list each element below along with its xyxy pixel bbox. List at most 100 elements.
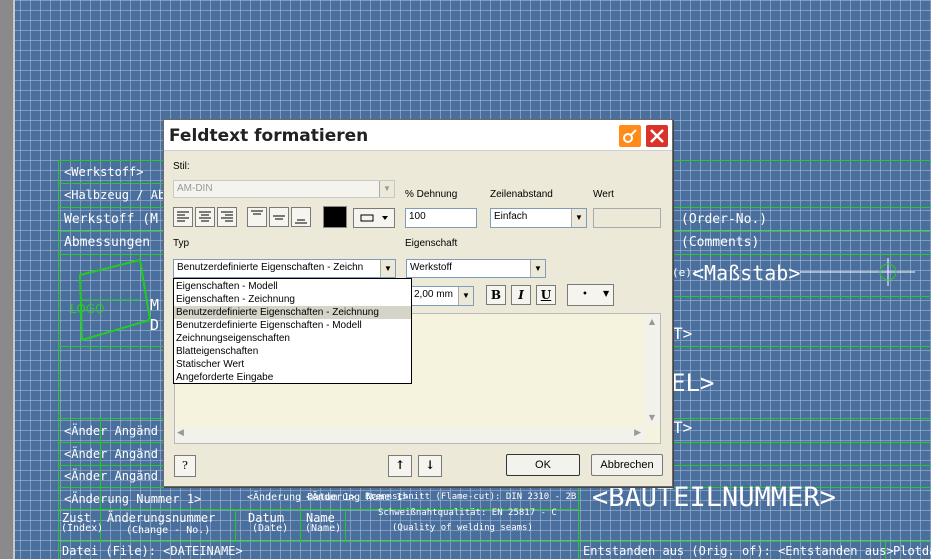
text-comments: (Comments) — [681, 235, 760, 250]
text-datei: Datei (File): <DATEINAME> — [62, 544, 243, 558]
move-down-button[interactable]: ↓ — [418, 455, 442, 477]
dehnung-label: % Dehnung — [405, 189, 458, 200]
close-icon[interactable] — [645, 124, 669, 148]
frame-line — [670, 418, 931, 419]
text-aenderungsnummer: Änderungsnummer — [107, 511, 216, 525]
help-icon: ? — [182, 459, 188, 472]
text-part-t2: T> — [673, 418, 693, 437]
typ-label: Typ — [173, 238, 190, 249]
stil-label: Stil: — [173, 161, 190, 172]
dropdown-item[interactable]: Benutzerdefinierte Eigenschaften - Model… — [174, 319, 411, 332]
frame-line — [670, 442, 931, 443]
text-werkstoff-material: Werkstoff (M — [64, 212, 158, 227]
scroll-up-icon[interactable]: ▲ — [645, 315, 659, 329]
dehnung-input[interactable]: 100 — [405, 208, 477, 228]
typ-dropdown-list[interactable]: Eigenschaften - Modell Eigenschaften - Z… — [173, 278, 412, 384]
chevron-down-icon[interactable]: ▼ — [530, 260, 545, 277]
zeilenabstand-select[interactable]: Einfach ▼ — [490, 208, 587, 228]
font-size-value: 2,00 mm — [414, 289, 453, 300]
frame-line — [58, 346, 164, 347]
scale-symbol — [800, 258, 915, 286]
dropdown-item[interactable]: Angeforderte Eingabe — [174, 371, 411, 384]
text-name-en: (Name) — [305, 523, 342, 534]
zeilenabstand-value: Einfach — [494, 211, 528, 222]
dropdown-item[interactable]: Statischer Wert — [174, 358, 411, 371]
frame-line — [670, 231, 931, 232]
text-change-2: <Änder Angänd — [64, 447, 158, 461]
frame-line — [58, 183, 164, 184]
frame-line — [58, 541, 931, 542]
dropdown-item[interactable]: Zeichnungseigenschaften — [174, 332, 411, 345]
frame-line — [58, 207, 164, 208]
text-color-swatch[interactable] — [323, 206, 347, 228]
stil-value: AM-DIN — [177, 183, 213, 194]
scroll-down-icon[interactable]: ▼ — [645, 411, 659, 425]
frame-line — [670, 207, 931, 208]
zeilenabstand-label: Zeilenabstand — [490, 189, 553, 200]
align-right-icon[interactable] — [217, 207, 237, 227]
text-change-number: <Änderung Nummer 1> — [64, 492, 202, 506]
frame-line — [58, 231, 164, 232]
align-top-icon[interactable] — [247, 207, 267, 227]
text-m: M — [150, 296, 160, 314]
chevron-down-icon[interactable]: ▼ — [571, 209, 586, 227]
bullet-select[interactable]: • ▼ — [567, 284, 614, 306]
text-plotdat: Plotda — [893, 544, 931, 558]
dropdown-item[interactable]: Eigenschaften - Zeichnung — [174, 293, 411, 306]
move-up-button[interactable]: ↑ — [388, 455, 412, 477]
frame-line — [235, 509, 236, 541]
frame-line — [58, 160, 59, 559]
frame-line — [58, 442, 164, 443]
eigenschaft-label: Eigenschaft — [405, 238, 458, 249]
frame-style-button[interactable] — [353, 208, 395, 228]
text-entstanden: Entstanden aus (Orig. of): <Entstanden a… — [583, 544, 894, 558]
chevron-down-icon[interactable]: ▼ — [379, 181, 394, 197]
help-icon[interactable] — [618, 124, 642, 148]
text-masstab: <Maßstab> — [692, 261, 801, 285]
help-button[interactable]: ? — [174, 455, 196, 477]
dialog-titlebar[interactable]: Feldtext formatieren — [164, 120, 672, 151]
align-center-icon[interactable] — [195, 207, 215, 227]
chevron-down-icon[interactable]: ▼ — [380, 260, 395, 277]
italic-button[interactable]: I — [511, 285, 531, 305]
horizontal-scrollbar[interactable]: ◀ ▶ — [175, 427, 645, 443]
canvas-left-scrollbar[interactable] — [0, 0, 15, 559]
align-middle-icon[interactable] — [269, 207, 289, 227]
underline-button[interactable]: U — [536, 285, 556, 305]
stil-select[interactable]: AM-DIN ▼ — [173, 180, 395, 198]
text-order-no: (Order-No.) — [681, 212, 768, 227]
ok-button[interactable]: OK — [506, 454, 580, 476]
bold-button[interactable]: B — [486, 285, 506, 305]
font-size-select[interactable]: 2,00 mm ▼ — [410, 286, 474, 306]
chevron-down-icon[interactable]: ▼ — [458, 287, 473, 305]
cancel-button[interactable]: Abbrechen — [591, 454, 663, 476]
align-bottom-icon[interactable] — [291, 207, 311, 227]
frame-line — [670, 346, 931, 347]
dropdown-item-selected[interactable]: Benutzerdefinierte Eigenschaften - Zeich… — [174, 306, 411, 319]
dropdown-item[interactable]: Eigenschaften - Modell — [174, 280, 411, 293]
wert-input[interactable] — [593, 208, 661, 228]
text-index: (Index) — [61, 523, 104, 534]
align-left-icon[interactable] — [173, 207, 193, 227]
scroll-left-icon[interactable]: ◀ — [177, 428, 184, 438]
text-change-no: (Change - No.) — [126, 525, 211, 536]
bullet-symbol: • — [582, 289, 588, 300]
dropdown-item[interactable]: Blatteigenschaften — [174, 345, 411, 358]
frame-line — [300, 509, 301, 541]
scroll-right-icon[interactable]: ▶ — [634, 428, 641, 438]
text-halbzeug: <Halbzeug / Ab — [64, 188, 166, 202]
chevron-down-icon[interactable]: ▼ — [603, 285, 609, 303]
text-part-t1: T> — [673, 324, 693, 343]
wert-label: Wert — [593, 189, 614, 200]
format-field-text-dialog: Feldtext formatieren Stil: AM-DIN ▼ % De… — [163, 119, 673, 487]
vertical-scrollbar[interactable]: ▲ ▼ — [644, 314, 660, 426]
frame-line — [345, 509, 346, 541]
eigenschaft-select[interactable]: Werkstoff ▼ — [406, 259, 546, 278]
typ-value: Benutzerdefinierte Eigenschaften - Zeich… — [177, 262, 364, 273]
svg-text:LOGO: LOGO — [70, 302, 104, 316]
eigenschaft-value: Werkstoff — [410, 262, 452, 273]
frame-line — [670, 296, 931, 297]
text-abmessungen: Abmessungen — [64, 235, 151, 250]
text-change-1: <Änder Angänd — [64, 424, 158, 438]
typ-select[interactable]: Benutzerdefinierte Eigenschaften - Zeich… — [173, 259, 396, 278]
